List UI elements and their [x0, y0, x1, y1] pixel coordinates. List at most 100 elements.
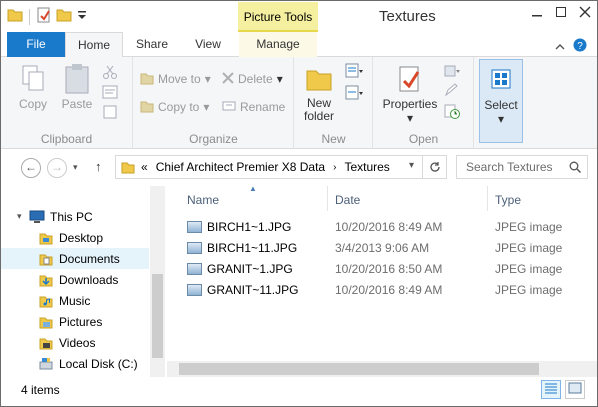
tab-manage[interactable]: Manage — [239, 32, 317, 57]
title-bar: Picture Tools Textures — [1, 1, 597, 32]
file-date: 10/20/2016 8:49 AM — [335, 283, 443, 297]
nav-item-local-disk[interactable]: Local Disk (C:) — [1, 353, 149, 374]
new-item-icon[interactable] — [345, 63, 363, 82]
file-row[interactable]: BIRCH1~1.JPG 10/20/2016 8:49 AM JPEG ima… — [167, 217, 597, 238]
properties-label: Properties — [382, 97, 438, 111]
easy-access-icon[interactable] — [345, 85, 363, 104]
new-folder-icon[interactable] — [56, 7, 72, 26]
nav-item-documents[interactable]: Documents — [1, 248, 149, 269]
nav-item-downloads[interactable]: Downloads — [1, 269, 149, 290]
pictures-folder-icon — [39, 315, 53, 329]
file-row[interactable]: BIRCH1~11.JPG 3/4/2013 9:06 AM JPEG imag… — [167, 238, 597, 259]
drive-icon — [39, 357, 53, 371]
copy-button[interactable]: Copy — [13, 61, 53, 111]
nav-scrollbar-thumb[interactable] — [152, 274, 163, 358]
move-to-icon — [140, 71, 154, 88]
nav-item-videos[interactable]: Videos — [1, 332, 149, 353]
nav-item-music[interactable]: Music — [1, 290, 149, 311]
column-header-date[interactable]: Date — [335, 193, 360, 207]
jpeg-file-icon — [187, 263, 202, 275]
move-to-button[interactable]: Move to ▾ — [140, 69, 211, 89]
ribbon-options: ? — [555, 38, 587, 55]
copy-icon — [13, 61, 53, 97]
ribbon: Copy Paste Clipboard Move to ▾ Copy to ▾… — [1, 57, 597, 149]
cut-icon[interactable] — [103, 65, 117, 82]
jpeg-file-icon — [187, 284, 202, 296]
customize-qat-icon[interactable] — [76, 7, 88, 26]
maximize-icon[interactable] — [555, 5, 567, 21]
tab-share[interactable]: Share — [125, 32, 179, 57]
address-bar[interactable]: « Chief Architect Premier X8 Data › Text… — [115, 155, 447, 179]
properties-icon[interactable] — [36, 7, 52, 26]
open-icon[interactable] — [444, 63, 462, 80]
new-folder-label-line2: folder — [303, 109, 335, 123]
delete-button[interactable]: Delete ▾ — [222, 69, 283, 89]
address-dropdown-icon[interactable]: ▾ — [409, 160, 414, 171]
file-type: JPEG image — [495, 220, 563, 234]
paste-icon — [57, 61, 97, 97]
tab-home[interactable]: Home — [65, 32, 123, 58]
expand-ribbon-icon[interactable] — [555, 40, 565, 54]
file-name: BIRCH1~1.JPG — [207, 220, 292, 234]
back-button[interactable]: ← — [21, 158, 41, 178]
select-button[interactable]: Select ▾ — [479, 59, 523, 143]
documents-folder-icon — [39, 252, 53, 266]
up-arrow-icon[interactable]: ↑ — [95, 159, 102, 174]
properties-button[interactable]: Properties ▾ — [380, 61, 440, 125]
file-list-scrollbar[interactable] — [167, 361, 597, 377]
paste-shortcut-icon[interactable] — [103, 105, 117, 122]
details-view-button[interactable] — [541, 380, 561, 399]
history-icon[interactable] — [444, 103, 460, 122]
file-row[interactable]: GRANIT~11.JPG 10/20/2016 8:49 AM JPEG im… — [167, 280, 597, 301]
minimize-icon[interactable] — [531, 5, 543, 21]
tab-file[interactable]: File — [7, 32, 65, 57]
breadcrumb-current[interactable]: Textures — [344, 160, 389, 174]
forward-button[interactable]: → — [47, 158, 67, 178]
navigation-bar: ← → ▾ ↑ « Chief Architect Premier X8 Dat… — [1, 150, 597, 184]
copy-path-icon[interactable] — [102, 85, 118, 102]
file-row[interactable]: GRANIT~1.JPG 10/20/2016 8:50 AM JPEG ima… — [167, 259, 597, 280]
select-icon — [480, 60, 522, 98]
new-folder-big-icon — [297, 61, 341, 97]
nav-item-desktop[interactable]: Desktop — [1, 227, 149, 248]
nav-label-this-pc: This PC — [50, 209, 93, 224]
column-header-name[interactable]: Name — [187, 193, 219, 207]
ribbon-tabs: File Home Share View Manage ? — [1, 32, 597, 58]
close-icon[interactable] — [579, 5, 591, 21]
address-overflow-icon[interactable]: « — [141, 160, 148, 174]
move-to-label: Move to — [158, 72, 201, 86]
details-view-icon — [544, 382, 558, 397]
folder-icon[interactable] — [7, 7, 23, 26]
nav-item-pictures[interactable]: Pictures — [1, 311, 149, 332]
new-folder-button[interactable]: New folder — [297, 61, 341, 123]
breadcrumb-separator-icon[interactable]: › — [333, 162, 336, 173]
rename-button[interactable]: Rename — [222, 97, 285, 117]
toolbar-divider — [29, 8, 30, 25]
file-list-scrollbar-thumb[interactable] — [179, 363, 539, 375]
breadcrumb-parent[interactable]: Chief Architect Premier X8 Data — [156, 160, 325, 174]
column-divider[interactable] — [487, 186, 488, 211]
refresh-icon[interactable] — [422, 156, 446, 178]
large-icons-view-button[interactable] — [565, 380, 585, 399]
delete-dropdown-icon: ▾ — [276, 72, 283, 86]
column-header-type[interactable]: Type — [495, 193, 521, 207]
select-group: Select ▾ — [475, 57, 525, 149]
paste-button[interactable]: Paste — [57, 61, 97, 111]
help-icon[interactable]: ? — [573, 38, 587, 55]
copy-to-icon — [140, 99, 154, 116]
properties-big-icon — [380, 61, 440, 97]
nav-label-pictures: Pictures — [59, 314, 103, 329]
recent-locations-icon[interactable]: ▾ — [73, 162, 78, 173]
clipboard-group: Copy Paste Clipboard — [1, 57, 133, 149]
organize-group: Move to ▾ Copy to ▾ Delete ▾ Rename Orga… — [134, 57, 294, 149]
copy-to-button[interactable]: Copy to ▾ — [140, 97, 209, 117]
status-bar: 4 items — [1, 378, 597, 406]
nav-scrollbar[interactable] — [150, 186, 165, 377]
search-input[interactable]: Search Textures — [456, 155, 588, 179]
nav-item-this-pc[interactable]: ▾ This PC — [1, 206, 149, 227]
rename-label: Rename — [240, 100, 286, 114]
new-group-label: New — [321, 132, 346, 146]
tab-view[interactable]: View — [181, 32, 235, 57]
column-divider[interactable] — [327, 186, 328, 211]
edit-icon[interactable] — [444, 83, 458, 100]
